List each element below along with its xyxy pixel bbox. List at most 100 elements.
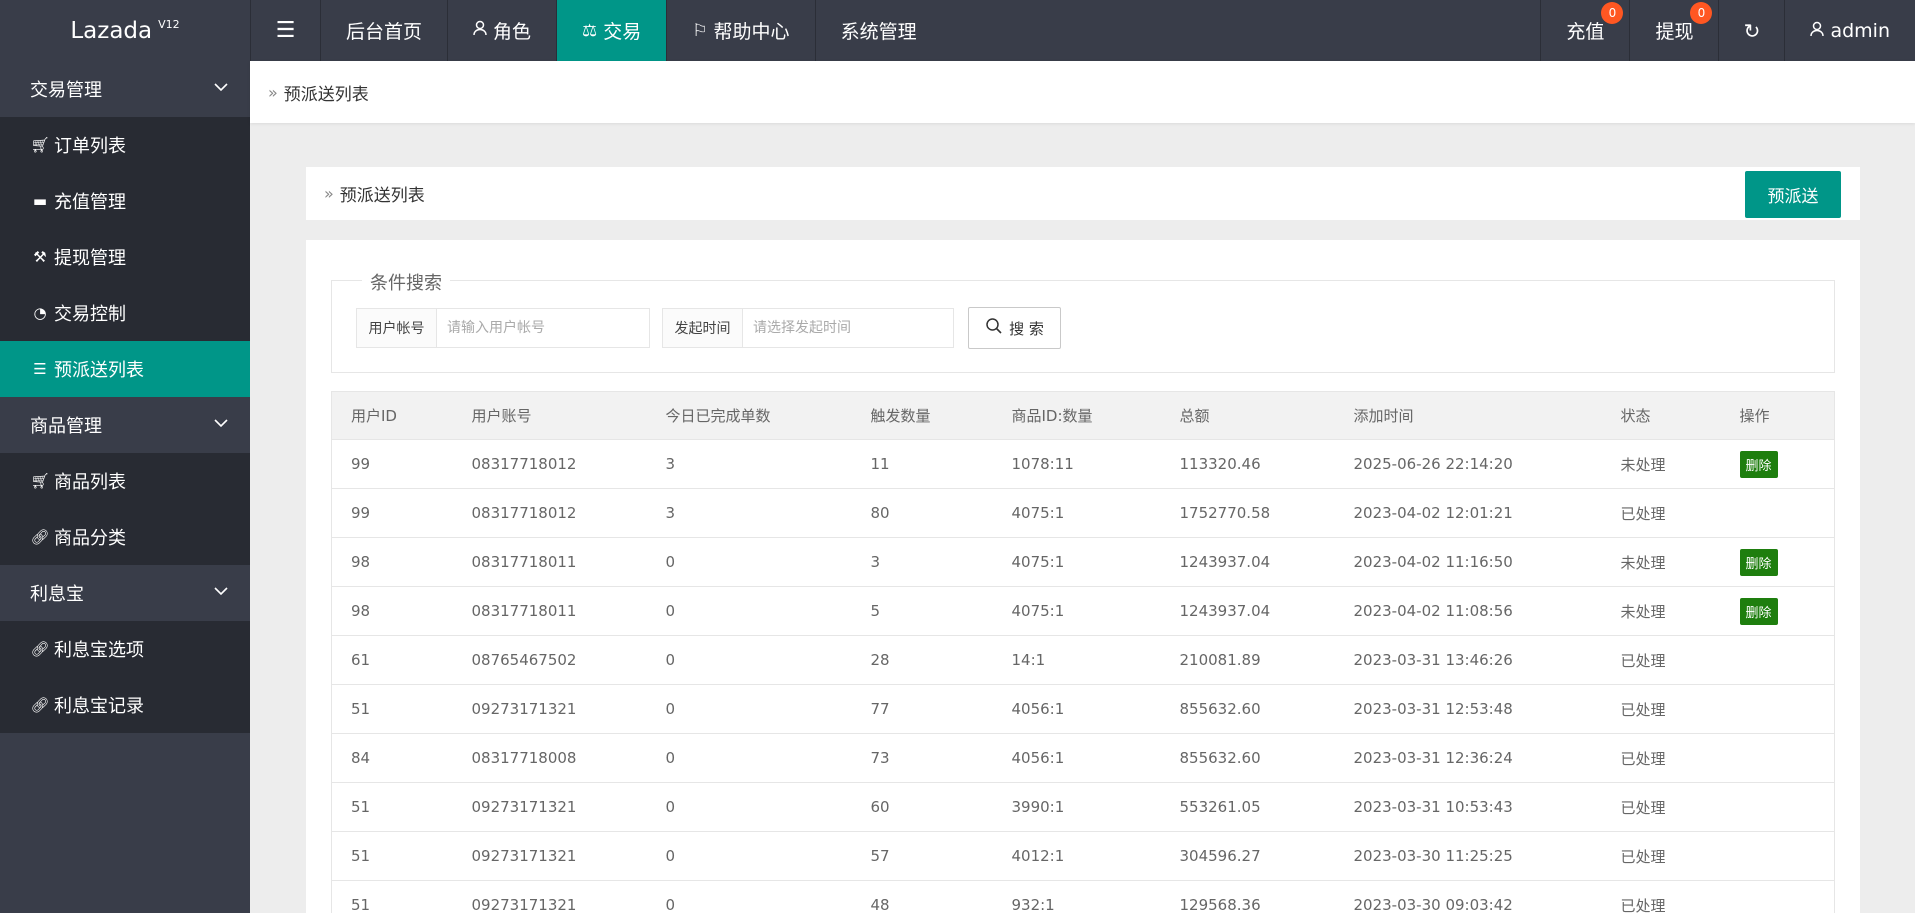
cell-trigger: 57 [851, 831, 993, 881]
cell-total: 1243937.04 [1160, 537, 1335, 587]
sidebar-item-withdraw[interactable]: ⚒ 提现管理 [0, 229, 250, 285]
cell-trigger: 11 [851, 439, 993, 489]
search-legend: 条件搜索 [362, 269, 450, 295]
top-nav: ☰ 后台首页 角色 ⚖ 交易 ⚐ 帮助中心 系统管理 [250, 0, 942, 61]
sidebar-item-label: 利息宝选项 [54, 640, 144, 661]
sidebar-item-trade-control[interactable]: ◔ 交易控制 [0, 285, 250, 341]
time-input[interactable] [743, 309, 953, 347]
nav-home[interactable]: 后台首页 [320, 0, 447, 61]
cell-total: 1752770.58 [1160, 488, 1335, 538]
cell-actions [1720, 782, 1835, 832]
menu-toggle-button[interactable]: ☰ [250, 0, 320, 61]
sidebar: 交易管理 🛒︎ 订单列表 ▬ 充值管理 ⚒ 提现管理 ◔ 交易控制 ☰ 预派送列… [0, 61, 250, 913]
table-body: 99 08317718012 3 11 1078:11 113320.46 2025-06-… [331, 439, 1835, 913]
cell-total: 1243937.04 [1160, 586, 1335, 636]
cell-status: 已处理 [1601, 684, 1721, 734]
sidebar-item-goods-category[interactable]: 🔗︎ 商品分类 [0, 509, 250, 565]
cell-id: 61 [331, 635, 453, 685]
column-header: 用户账号 [452, 391, 647, 440]
cell-status: 已处理 [1601, 782, 1721, 832]
cell-goods: 932:1 [992, 880, 1161, 913]
sidebar-item-interest-records[interactable]: 🔗︎ 利息宝记录 [0, 677, 250, 733]
pre-dispatch-button[interactable]: 预派送 [1745, 171, 1841, 218]
link-icon: 🔗︎ [30, 528, 50, 546]
cell-actions [1720, 831, 1835, 881]
cell-status: 已处理 [1601, 488, 1721, 538]
cell-trigger: 77 [851, 684, 993, 734]
cell-account: 08317718012 [452, 488, 647, 538]
delete-button[interactable]: 删除 [1739, 597, 1778, 625]
cell-total: 855632.60 [1160, 733, 1335, 783]
sidebar-item-recharge[interactable]: ▬ 充值管理 [0, 173, 250, 229]
user-menu[interactable]: admin [1784, 0, 1915, 61]
cell-id: 98 [331, 537, 453, 587]
cell-total: 129568.36 [1160, 880, 1335, 913]
sidebar-group-goods[interactable]: 商品管理 [0, 397, 250, 453]
cell-status: 未处理 [1601, 537, 1721, 587]
table-row: 51 09273171321 0 48 932:1 129568.36 2023-03-30… [331, 880, 1835, 913]
recharge-badge: 0 [1601, 2, 1624, 24]
cell-total: 855632.60 [1160, 684, 1335, 734]
cell-account: 09273171321 [452, 831, 647, 881]
nav-role[interactable]: 角色 [447, 0, 556, 61]
nav-help[interactable]: ⚐ 帮助中心 [666, 0, 814, 61]
recharge-button[interactable]: 充值 0 [1540, 0, 1629, 61]
cell-time: 2023-03-31 12:53:48 [1334, 684, 1602, 734]
cell-trigger: 80 [851, 488, 993, 538]
table-row: 99 08317718012 3 80 4075:1 1752770.58 2023-04-… [331, 488, 1835, 538]
nav-label: 帮助中心 [713, 21, 790, 43]
refresh-icon: ↻ [1743, 18, 1761, 43]
column-header: 触发数量 [851, 391, 993, 440]
breadcrumb: » 预派送列表 [250, 61, 1915, 123]
cell-total: 304596.27 [1160, 831, 1335, 881]
refresh-button[interactable]: ↻ [1718, 0, 1784, 61]
sidebar-group-interest[interactable]: 利息宝 [0, 565, 250, 621]
search-button[interactable]: 搜 索 [968, 307, 1061, 349]
cell-goods: 4012:1 [992, 831, 1161, 881]
account-input[interactable] [437, 309, 649, 347]
breadcrumb-label: 预派送列表 [283, 84, 369, 105]
cell-id: 84 [331, 733, 453, 783]
cell-account: 09273171321 [452, 880, 647, 913]
content-card: 条件搜索 用户帐号 发起时间 搜 索 用户ID 用户账号 今日已完成单数 触发数… [306, 240, 1860, 913]
sidebar-item-interest-options[interactable]: 🔗︎ 利息宝选项 [0, 621, 250, 677]
cell-account: 08317718011 [452, 537, 647, 587]
sidebar-item-orders[interactable]: 🛒︎ 订单列表 [0, 117, 250, 173]
nav-system[interactable]: 系统管理 [814, 0, 942, 61]
pre-dispatch-table: 用户ID 用户账号 今日已完成单数 触发数量 商品ID:数量 总额 添加时间 状… [331, 391, 1835, 913]
delete-button[interactable]: 删除 [1739, 450, 1778, 478]
right-nav: 充值 0 提现 0 ↻ admin [1540, 0, 1915, 61]
logo[interactable]: Lazada V12 [0, 0, 250, 61]
cell-account: 08317718012 [452, 439, 647, 489]
sidebar-item-goods-list[interactable]: 🛒︎ 商品列表 [0, 453, 250, 509]
double-chevron-icon: » [324, 184, 334, 203]
withdraw-button[interactable]: 提现 0 [1629, 0, 1718, 61]
withdraw-label: 提现 [1655, 21, 1694, 43]
chevron-down-icon [214, 419, 228, 428]
table-row: 99 08317718012 3 11 1078:11 113320.46 2025-06-… [331, 439, 1835, 489]
table-row: 61 08765467502 0 28 14:1 210081.89 2023-03-31 … [331, 635, 1835, 685]
delete-button[interactable]: 删除 [1739, 548, 1778, 576]
chevron-down-icon [214, 587, 228, 596]
user-name: admin [1830, 19, 1890, 42]
account-field: 用户帐号 [356, 308, 650, 348]
cell-id: 99 [331, 439, 453, 489]
cell-trigger: 5 [851, 586, 993, 636]
cell-goods: 4075:1 [992, 586, 1161, 636]
cell-goods: 4075:1 [992, 488, 1161, 538]
table-row: 84 08317718008 0 73 4056:1 855632.60 2023-03-3… [331, 733, 1835, 783]
table-header-row: 用户ID 用户账号 今日已完成单数 触发数量 商品ID:数量 总额 添加时间 状… [331, 391, 1835, 440]
cell-done: 0 [646, 880, 852, 913]
cell-status: 已处理 [1601, 733, 1721, 783]
column-header: 添加时间 [1334, 391, 1602, 440]
cell-total: 553261.05 [1160, 782, 1335, 832]
cell-goods: 4056:1 [992, 684, 1161, 734]
list-icon: ☰ [33, 360, 47, 378]
cell-trigger: 3 [851, 537, 993, 587]
sidebar-group-trade[interactable]: 交易管理 [0, 61, 250, 117]
sidebar-item-pre-dispatch[interactable]: ☰ 预派送列表 [0, 341, 250, 397]
cart-icon: 🛒︎ [30, 472, 50, 490]
search-icon [985, 317, 1003, 340]
recharge-label: 充值 [1566, 21, 1605, 43]
nav-trade[interactable]: ⚖ 交易 [556, 0, 667, 61]
